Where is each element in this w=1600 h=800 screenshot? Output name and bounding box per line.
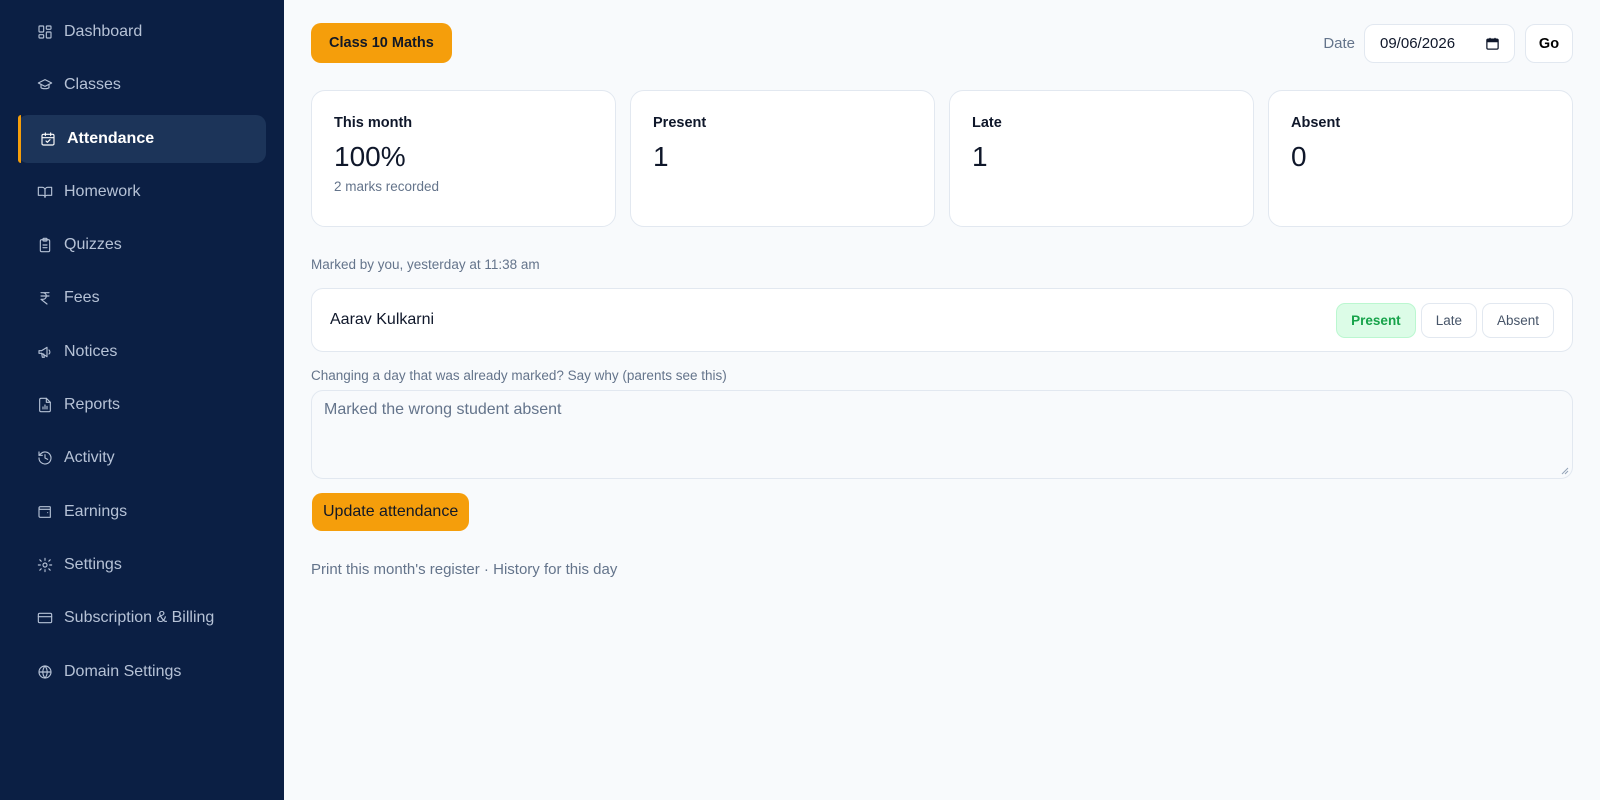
- sidebar-item-label: Homework: [64, 182, 141, 200]
- wallet-icon: [36, 503, 54, 521]
- stat-card-this-month: This month 100% 2 marks recorded: [311, 90, 616, 227]
- sidebar-item-label: Quizzes: [64, 236, 122, 254]
- sidebar-item-label: Earnings: [64, 502, 128, 520]
- resize-grip-icon[interactable]: [1559, 465, 1569, 475]
- print-register-link[interactable]: Print this month's register: [311, 561, 480, 578]
- file-chart-icon: [36, 396, 54, 414]
- stat-card-late: Late 1: [949, 90, 1254, 227]
- stat-value: 100%: [334, 141, 406, 172]
- date-value: 09/06/2026: [1380, 35, 1456, 52]
- sidebar-item-label: Classes: [64, 76, 121, 94]
- clipboard-icon: [36, 236, 54, 254]
- student-row: Aarav Kulkarni Present Late Absent: [311, 288, 1573, 352]
- sidebar-item-quizzes[interactable]: Quizzes: [18, 221, 266, 269]
- sidebar-item-domain-settings[interactable]: Domain Settings: [18, 648, 266, 696]
- sidebar-item-label: Settings: [64, 555, 122, 573]
- reason-label: Changing a day that was already marked? …: [311, 368, 727, 383]
- sidebar-item-label: Subscription & Billing: [64, 609, 215, 627]
- marked-by-note: Marked by you, yesterday at 11:38 am: [311, 257, 540, 272]
- sidebar-item-label: Dashboard: [64, 23, 143, 40]
- status-late-button[interactable]: Late: [1420, 302, 1477, 338]
- sidebar-item-label: Reports: [64, 396, 121, 414]
- graduation-cap-icon: [36, 76, 54, 94]
- globe-icon: [36, 663, 54, 681]
- date-input[interactable]: 09/06/2026: [1364, 24, 1515, 63]
- sidebar-item-settings[interactable]: Settings: [18, 541, 266, 589]
- sidebar-item-activity[interactable]: Activity: [18, 434, 266, 482]
- status-toggle-group: Present Late Absent: [1336, 302, 1554, 338]
- stat-title: Late: [972, 115, 1002, 131]
- footer-links: Print this month's register · History fo…: [311, 561, 617, 578]
- sidebar-item-label: Attendance: [67, 129, 155, 147]
- book-open-icon: [36, 183, 54, 201]
- sidebar-item-notices[interactable]: Notices: [18, 328, 266, 376]
- date-picker-row: Date 09/06/2026 Go: [1323, 24, 1573, 63]
- stat-value: 1: [972, 141, 988, 172]
- student-name: Aarav Kulkarni: [330, 311, 435, 328]
- sidebar: Dashboard Classes Attendance Homework Qu…: [0, 0, 284, 800]
- stat-title: Absent: [1291, 115, 1341, 131]
- sidebar-item-label: Fees: [64, 289, 100, 307]
- history-icon: [36, 449, 54, 467]
- sidebar-item-reports[interactable]: Reports: [18, 381, 266, 429]
- sidebar-item-earnings[interactable]: Earnings: [18, 488, 266, 536]
- dashboard-icon: [36, 23, 54, 41]
- stat-card-absent: Absent 0: [1268, 90, 1573, 227]
- reason-text: Marked the wrong student absent: [324, 401, 562, 418]
- gear-icon: [36, 556, 54, 574]
- credit-card-icon: [36, 609, 54, 627]
- stat-value: 1: [653, 141, 669, 172]
- sidebar-item-label: Notices: [64, 342, 118, 360]
- stats-row: This month 100% 2 marks recorded Present…: [311, 90, 1573, 227]
- calendar-icon: [1486, 37, 1499, 50]
- sidebar-item-dashboard[interactable]: Dashboard: [18, 8, 266, 56]
- sidebar-item-subscription-billing[interactable]: Subscription & Billing: [18, 594, 266, 642]
- update-attendance-button[interactable]: Update attendance: [312, 493, 470, 531]
- stat-title: This month: [334, 115, 413, 131]
- status-absent-button[interactable]: Absent: [1481, 302, 1554, 338]
- history-link[interactable]: History for this day: [493, 561, 617, 578]
- sidebar-item-classes[interactable]: Classes: [18, 61, 266, 109]
- stat-subtext: 2 marks recorded: [334, 179, 440, 194]
- sidebar-item-homework[interactable]: Homework: [18, 168, 266, 216]
- calendar-check-icon: [39, 130, 57, 148]
- sidebar-item-fees[interactable]: Fees: [18, 274, 266, 322]
- megaphone-icon: [36, 343, 54, 361]
- main-content: Class 10 Maths Date 09/06/2026 Go This m…: [284, 0, 1600, 800]
- sidebar-item-label: Activity: [64, 449, 115, 467]
- date-label: Date: [1323, 35, 1355, 52]
- sidebar-item-label: Domain Settings: [64, 662, 182, 680]
- class-selector-button[interactable]: Class 10 Maths: [311, 23, 452, 63]
- link-separator: ·: [479, 561, 494, 578]
- go-button[interactable]: Go: [1525, 24, 1573, 63]
- rupee-icon: [36, 289, 54, 307]
- sidebar-item-attendance[interactable]: Attendance: [18, 114, 266, 163]
- stat-card-present: Present 1: [630, 90, 935, 227]
- stat-title: Present: [653, 115, 707, 131]
- stat-value: 0: [1291, 141, 1307, 172]
- reason-textarea[interactable]: Marked the wrong student absent: [311, 390, 1573, 479]
- status-present-button[interactable]: Present: [1336, 302, 1416, 338]
